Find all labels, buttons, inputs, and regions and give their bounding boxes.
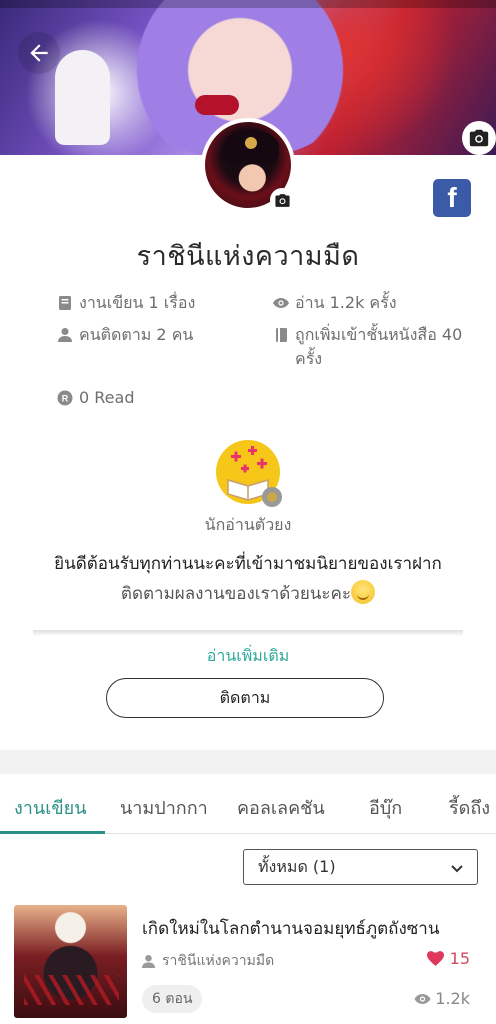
tab-reads[interactable]: รี้ดถึง	[449, 793, 490, 822]
read-badge-icon: R	[57, 386, 73, 410]
novel-views: 1.2k	[414, 989, 470, 1008]
tab-ebooks[interactable]: อีบุ๊ก	[369, 793, 402, 822]
facebook-icon: f	[447, 182, 457, 213]
status-bar	[0, 0, 496, 8]
tab-pen-names[interactable]: นามปากกา	[120, 793, 208, 822]
avid-reader-badge-icon	[216, 440, 282, 507]
tab-collections[interactable]: คอลเลคชัน	[237, 793, 325, 822]
follow-button[interactable]: ติดตาม	[106, 678, 384, 718]
novel-card[interactable]: เกิดใหม่ในโลกตำนานจอมยุทธ์ภูตถังซาน ราชิ…	[14, 905, 484, 1023]
arrow-left-icon	[30, 44, 48, 62]
novel-author[interactable]: ราชินีแห่งความมืด	[142, 950, 274, 972]
bio-fade-divider	[33, 630, 463, 636]
stat-followers: คนติดตาม 2 คน	[57, 323, 193, 347]
stat-read: R 0 Read	[57, 386, 134, 410]
bio-line-2: ติดตามผลงานของเราด้วยนะคะ	[0, 580, 496, 607]
eye-icon	[414, 993, 431, 1004]
novel-cover-image[interactable]	[14, 905, 127, 1018]
section-divider	[0, 750, 496, 774]
filter-selected-value: ทั้งหมด (1)	[258, 856, 336, 876]
read-more-link[interactable]: อ่านเพิ่มเติม	[0, 644, 496, 669]
stat-reads: อ่าน 1.2k ครั้ง	[273, 291, 397, 315]
person-icon	[57, 323, 73, 347]
bio-line-1: ยินดีต้อนรับทุกท่านนะคะที่เข้ามาชมนิยายข…	[54, 554, 442, 574]
bookshelf-icon	[273, 323, 289, 347]
stat-shelf: ถูกเพิ่มเข้าชั้นหนังสือ 40 ครั้ง	[273, 323, 462, 371]
person-icon	[142, 954, 155, 968]
badge-label: นักอ่านตัวยง	[204, 515, 292, 534]
heart-icon	[426, 951, 444, 966]
camera-icon	[274, 193, 290, 207]
change-avatar-button[interactable]	[270, 188, 294, 212]
category-filter-select[interactable]: ทั้งหมด (1)	[243, 849, 478, 885]
episode-count-chip: 6 ตอน	[142, 985, 203, 1013]
novel-title[interactable]: เกิดใหม่ในโลกตำนานจอมยุทธ์ภูตถังซาน	[142, 915, 439, 942]
chevron-down-icon	[451, 865, 463, 873]
change-cover-button[interactable]	[462, 121, 496, 155]
avatar-hat-emblem	[245, 137, 257, 149]
facebook-button[interactable]: f	[433, 179, 471, 217]
stat-works: งานเขียน 1 เรื่อง	[57, 291, 195, 315]
svg-text:R: R	[62, 394, 69, 404]
cover-art-hand	[55, 50, 110, 145]
profile-name: ราชินีแห่งความมืด	[136, 241, 360, 272]
camera-icon	[469, 129, 489, 147]
active-tab-indicator	[0, 831, 105, 834]
book-icon	[57, 291, 73, 315]
content-tabs: งานเขียน นามปากกา คอลเลคชัน อีบุ๊ก รี้ดถ…	[0, 774, 496, 834]
back-button[interactable]	[18, 32, 60, 74]
eye-icon	[273, 291, 289, 315]
smile-emoji-icon	[351, 580, 376, 604]
novel-likes: 15	[426, 949, 470, 968]
cover-art-ribbon	[195, 95, 239, 115]
bio-line-2-text: ติดตามผลงานของเราด้วยนะคะ	[120, 584, 352, 604]
tab-works[interactable]: งานเขียน	[14, 793, 87, 822]
